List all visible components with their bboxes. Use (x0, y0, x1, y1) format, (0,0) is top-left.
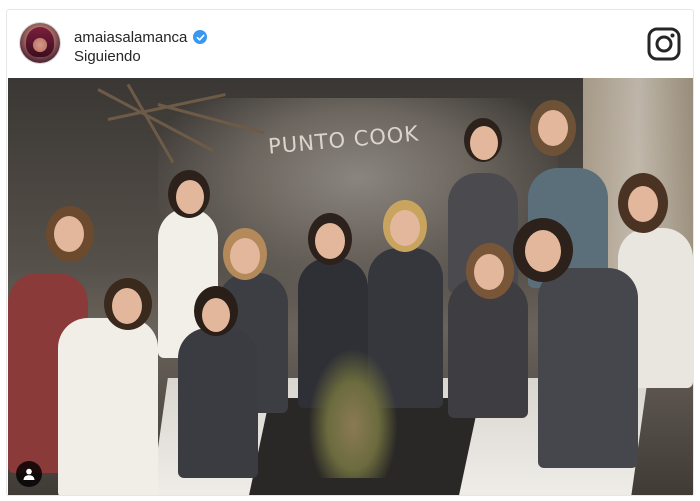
person-figure (176, 180, 204, 214)
username-link[interactable]: amaiasalamanca (74, 29, 187, 46)
person-figure (315, 223, 345, 259)
person-figure (178, 328, 258, 478)
instagram-icon[interactable] (647, 27, 681, 61)
post-header: amaiasalamanca Siguiendo (7, 10, 693, 78)
avatar-image (26, 27, 54, 57)
person-figure (58, 318, 158, 495)
username-row: amaiasalamanca (74, 27, 208, 47)
instagram-post-card: amaiasalamanca Siguiendo PUNTO COOK (6, 9, 694, 496)
person-figure (390, 210, 420, 246)
person-figure (538, 268, 638, 468)
person-figure (538, 110, 568, 146)
user-tag-icon[interactable] (16, 461, 42, 487)
person-figure (54, 216, 84, 252)
person-figure (474, 254, 504, 290)
person-figure (628, 186, 658, 222)
person-figure (525, 230, 561, 272)
verified-badge-icon (193, 30, 208, 44)
person-figure (448, 278, 528, 418)
table-centerpiece (308, 348, 398, 478)
profile-avatar[interactable] (20, 23, 60, 63)
person-figure (202, 298, 230, 332)
follow-status[interactable]: Siguiendo (74, 48, 141, 65)
post-photo[interactable]: PUNTO COOK (8, 78, 693, 495)
person-figure (470, 126, 498, 160)
person-figure (112, 288, 142, 324)
person-figure (230, 238, 260, 274)
